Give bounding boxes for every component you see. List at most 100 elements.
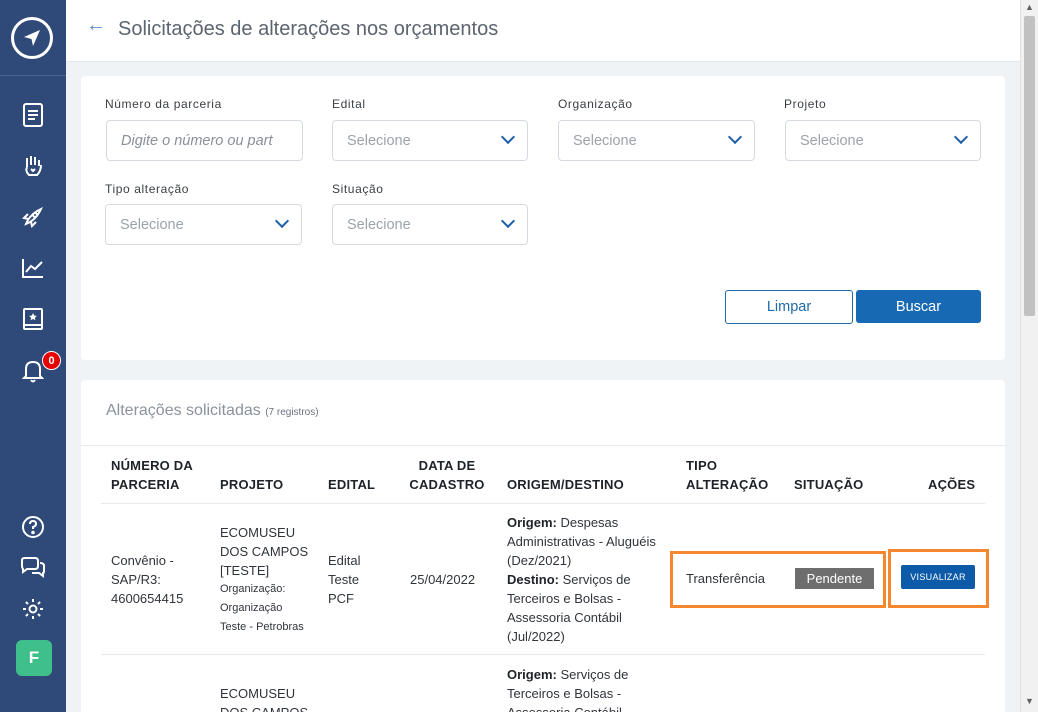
cell-origem-line: Administrativas - Aluguéis: [507, 534, 656, 549]
cell-organizacao-line: Organização:: [220, 583, 286, 595]
cell-projeto-line: [TESTE]: [220, 563, 270, 578]
numero-label: Número da parceria: [105, 97, 222, 111]
results-count: (7 registros): [265, 407, 319, 418]
header-divider: [101, 503, 985, 504]
back-arrow-icon[interactable]: ←: [86, 14, 106, 37]
cell-edital-line: Teste: [328, 572, 360, 587]
hand-heart-icon[interactable]: [18, 151, 48, 181]
cell-projeto-line: ECOMUSEU: [220, 525, 296, 540]
results-title-text: Alterações solicitadas: [106, 402, 261, 419]
cell-organizacao-line: Organização: [220, 602, 283, 614]
cell-edital-line: PCF: [328, 591, 354, 606]
situacao-label: Situação: [332, 182, 384, 196]
col-header-tipo-line1: TIPO: [686, 458, 718, 473]
cell-projeto: ECOMUSEU DOS CAMPOS [TESTE] Organização:…: [220, 523, 308, 637]
destino-label: Destino:: [507, 572, 559, 587]
highlight-acoes: [888, 549, 989, 608]
col-header-tipo-line2: ALTERAÇÃO: [686, 477, 769, 492]
cell-edital: Edital Teste PCF: [328, 551, 361, 608]
chevron-down-icon: [953, 129, 969, 145]
chevron-down-icon: [727, 129, 743, 145]
origem-text: Serviços de: [560, 667, 629, 682]
scrollbar[interactable]: ▲ ▼: [1020, 0, 1038, 712]
cell-edital-line: Edital: [328, 553, 361, 568]
scroll-down-icon[interactable]: ▼: [1025, 696, 1034, 706]
app-logo[interactable]: [11, 17, 53, 59]
cell-destino-line: (Jul/2022): [507, 629, 565, 644]
numero-placeholder: Digite o número ou part: [121, 132, 273, 149]
page-title: Solicitações de alterações nos orçamento…: [118, 18, 499, 40]
col-header-acoes: AÇÕES: [928, 477, 976, 492]
cell-numero-line: Convênio -: [111, 553, 174, 568]
organizacao-label: Organização: [558, 97, 633, 111]
col-header-numero-line1: NÚMERO DA: [111, 458, 193, 473]
cell-numero-line: 4600654415: [111, 591, 184, 606]
cell-numero: Convênio - SAP/R3: 4600654415: [111, 551, 183, 608]
organizacao-select[interactable]: Selecione: [558, 120, 755, 161]
page-header: ← Solicitações de alterações nos orçamen…: [66, 0, 1020, 62]
chart-line-icon[interactable]: [18, 253, 48, 283]
cell-origem-destino: Origem: Serviços de Terceiros e Bolsas -…: [507, 665, 628, 712]
sidebar: 0 F: [0, 0, 66, 712]
col-header-tipo: TIPO ALTERAÇÃO: [686, 456, 768, 494]
tipo-label: Tipo alteração: [105, 182, 189, 196]
cell-numero-line: SAP/R3:: [111, 572, 161, 587]
help-icon[interactable]: [18, 512, 48, 542]
scroll-up-icon[interactable]: ▲: [1025, 2, 1034, 12]
col-header-edital: EDITAL: [328, 477, 376, 492]
organizacao-placeholder: Selecione: [573, 132, 637, 149]
projeto-label: Projeto: [784, 97, 827, 111]
edital-placeholder: Selecione: [347, 132, 411, 149]
document-icon[interactable]: [18, 100, 48, 130]
gear-icon[interactable]: [18, 594, 48, 624]
avatar[interactable]: F: [16, 640, 52, 676]
destino-text: Serviços de: [562, 572, 631, 587]
tipo-select[interactable]: Selecione: [105, 204, 302, 245]
results-panel: Alterações solicitadas (7 registros) NÚM…: [81, 380, 1005, 712]
projeto-select[interactable]: Selecione: [785, 120, 981, 161]
scrollbar-thumb[interactable]: [1024, 16, 1035, 316]
col-header-data: DATA DE CADASTRO: [407, 456, 487, 494]
chat-icon[interactable]: [18, 552, 48, 582]
cell-origem-line: Origem: Despesas: [507, 513, 656, 532]
cell-destino-line: Assessoria Contábil: [507, 610, 622, 625]
filter-panel: Número da parceria Digite o número ou pa…: [81, 76, 1005, 360]
cell-projeto-line: DOS CAMPOS: [220, 703, 308, 712]
results-divider: [81, 445, 1005, 446]
chevron-down-icon: [500, 213, 516, 229]
col-header-data-line1: DATA DE: [418, 458, 476, 473]
col-header-origem: ORIGEM/DESTINO: [507, 477, 624, 492]
results-title: Alterações solicitadas (7 registros): [106, 402, 319, 420]
cell-projeto-line: ECOMUSEU: [220, 686, 296, 701]
highlight-tipo-situacao: [670, 551, 886, 608]
edital-select[interactable]: Selecione: [332, 120, 528, 161]
col-header-numero: NÚMERO DA PARCERIA: [111, 456, 193, 494]
cell-origem-line: Assessoria Contábil: [507, 703, 628, 712]
situacao-placeholder: Selecione: [347, 216, 411, 233]
col-header-numero-line2: PARCERIA: [111, 477, 180, 492]
chevron-down-icon: [500, 129, 516, 145]
cell-data: 25/04/2022: [410, 572, 476, 587]
clear-button[interactable]: Limpar: [725, 290, 853, 324]
search-button[interactable]: Buscar: [856, 290, 981, 323]
cell-origem-line: Origem: Serviços de: [507, 665, 628, 684]
projeto-placeholder: Selecione: [800, 132, 864, 149]
rocket-icon[interactable]: [18, 202, 48, 232]
col-header-projeto: PROJETO: [220, 477, 284, 492]
chevron-down-icon: [274, 213, 290, 229]
col-header-situacao: SITUAÇÃO: [794, 477, 864, 492]
cell-destino-line: Terceiros e Bolsas -: [507, 591, 622, 606]
navigation-arrow-icon: [24, 30, 40, 46]
origem-label: Origem:: [507, 667, 557, 682]
cell-projeto-line: DOS CAMPOS: [220, 544, 309, 559]
row-divider: [101, 654, 985, 655]
tipo-placeholder: Selecione: [120, 216, 184, 233]
origem-text: Despesas: [560, 515, 619, 530]
situacao-select[interactable]: Selecione: [332, 204, 528, 245]
book-star-icon[interactable]: [18, 304, 48, 334]
cell-origem-line: (Dez/2021): [507, 553, 572, 568]
numero-input[interactable]: Digite o número ou part: [106, 120, 303, 161]
notification-badge: 0: [42, 351, 61, 370]
cell-origem-destino: Origem: Despesas Administrativas - Alugu…: [507, 513, 656, 646]
cell-origem-line: Terceiros e Bolsas -: [507, 686, 622, 701]
